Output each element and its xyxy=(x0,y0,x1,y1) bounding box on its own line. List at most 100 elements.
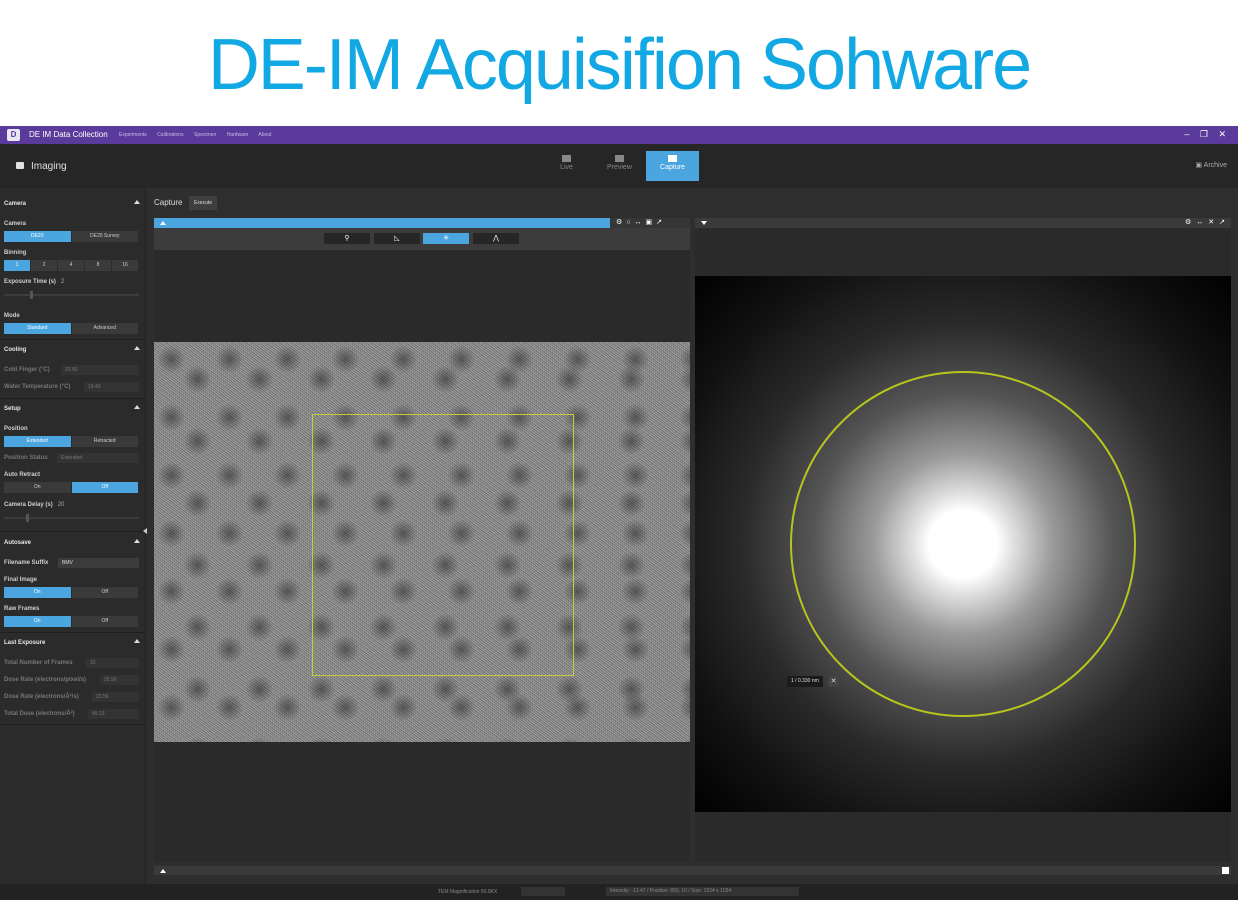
measure-tool-button[interactable]: ◺ xyxy=(374,233,420,244)
tab-capture-label: Capture xyxy=(660,164,685,171)
exposure-time-row: Exposure Time (s) 2 xyxy=(4,279,64,285)
zoom-tool-button[interactable]: ⚲ xyxy=(324,233,370,244)
bottom-panel-bar[interactable] xyxy=(154,866,1231,875)
fft-panel-toolbar: ⚙ ↔ ✕ ↗ xyxy=(1180,218,1225,228)
cold-finger-value: 23.50 xyxy=(61,365,139,375)
app-logo-icon: D xyxy=(7,129,20,141)
fft-region-box[interactable] xyxy=(312,414,574,676)
close-icon[interactable]: ✕ xyxy=(1218,129,1226,139)
minimize-icon[interactable]: – xyxy=(1184,129,1189,139)
camera-delay-value: 20 xyxy=(57,502,65,508)
magnification-readout: TEM Magnification 50.0KX xyxy=(438,889,498,895)
slider-handle[interactable] xyxy=(26,514,29,522)
title-bar: D DE IM Data Collection Experiments Cali… xyxy=(0,126,1238,144)
camera-option-de20[interactable]: DE20 xyxy=(4,231,71,242)
menu-experiments[interactable]: Experiments xyxy=(119,132,147,138)
divider xyxy=(0,632,145,633)
pixel-info-readout: Intensity: -13.47 / Position: 850, 10 / … xyxy=(606,887,799,896)
binning-option-4[interactable]: 4 xyxy=(58,260,84,271)
collapse-sidebar-icon[interactable] xyxy=(143,528,147,534)
app-name: DE IM Data Collection xyxy=(29,130,108,139)
menu-about[interactable]: About xyxy=(258,132,271,138)
expand-icon xyxy=(160,869,166,873)
tab-live[interactable]: Live xyxy=(540,151,593,181)
section-setup-header[interactable]: Setup xyxy=(4,405,140,412)
fft-tool-button[interactable]: ✳ xyxy=(423,233,469,244)
mode-label: Imaging xyxy=(31,161,67,172)
archive-button[interactable]: ▣ Archive xyxy=(1195,161,1227,169)
execute-button[interactable]: Execute xyxy=(189,196,217,210)
fft-panel-header[interactable]: ⚙ ↔ ✕ ↗ xyxy=(695,218,1231,228)
expand-icon[interactable]: ↗ xyxy=(656,219,662,226)
slider-handle[interactable] xyxy=(30,291,33,299)
collapse-icon xyxy=(134,405,140,409)
tab-capture[interactable]: Capture xyxy=(646,151,699,181)
section-cooling-header[interactable]: Cooling xyxy=(4,346,140,353)
tab-preview[interactable]: Preview xyxy=(593,151,646,181)
total-frames-label: Total Number of Frames xyxy=(4,660,73,666)
resolution-ring[interactable] xyxy=(790,371,1136,717)
binning-option-1[interactable]: 1 xyxy=(4,260,30,271)
divider xyxy=(0,398,145,399)
exposure-time-slider[interactable] xyxy=(4,291,139,299)
circle-icon[interactable]: ○ xyxy=(626,219,630,226)
fit-width-icon[interactable]: ↔ xyxy=(635,219,642,226)
expand-icon[interactable]: ↗ xyxy=(1219,219,1225,226)
camera-delay-slider[interactable] xyxy=(4,514,139,522)
filename-suffix-label: Filename Suffix xyxy=(4,560,49,566)
raw-frames-option-on[interactable]: On xyxy=(4,616,71,627)
mode-label: Mode xyxy=(4,313,20,319)
binning-option-2[interactable]: 2 xyxy=(31,260,57,271)
dose-rate-pixel-label: Dose Rate (electrons/pixel/s) xyxy=(4,677,87,683)
position-option-extended[interactable]: Extended xyxy=(4,436,71,447)
tab-live-label: Live xyxy=(560,164,573,171)
micrograph-image[interactable] xyxy=(154,342,690,742)
archive-label: Archive xyxy=(1203,162,1227,169)
menu-specimen[interactable]: Specimen xyxy=(194,132,216,138)
gear-icon[interactable]: ⚙ xyxy=(1185,219,1191,226)
ruler-icon: ◺ xyxy=(394,235,400,242)
total-frames-value: 32 xyxy=(86,658,139,668)
binning-selector: 1 2 4 8 16 xyxy=(4,260,139,271)
filename-suffix-input[interactable]: BMV xyxy=(58,558,139,568)
final-image-option-on[interactable]: On xyxy=(4,587,71,598)
mode-option-standard[interactable]: Standard xyxy=(4,323,71,334)
image-panel-header[interactable] xyxy=(154,218,610,228)
square-icon[interactable] xyxy=(1222,867,1229,874)
final-image-option-off[interactable]: Off xyxy=(71,587,138,598)
mode-option-advanced[interactable]: Advanced xyxy=(71,323,138,334)
app-window: D DE IM Data Collection Experiments Cali… xyxy=(0,126,1238,900)
image-panel-toolbar: ⚙ ○ ↔ ▣ ↗ xyxy=(610,218,690,228)
exposure-time-label: Exposure Time (s) xyxy=(4,279,56,285)
binning-label: Binning xyxy=(4,250,27,256)
raw-frames-selector: On Off xyxy=(4,616,139,627)
raw-frames-option-off[interactable]: Off xyxy=(71,616,138,627)
menu-calibrations[interactable]: Calibrations xyxy=(157,132,183,138)
position-status-label: Position Status xyxy=(4,455,48,461)
save-icon[interactable]: ▣ xyxy=(646,219,653,226)
fit-width-icon[interactable]: ↔ xyxy=(1196,219,1203,226)
camera-icon xyxy=(16,162,24,169)
restore-icon[interactable]: ❐ xyxy=(1200,129,1208,139)
fft-image[interactable]: 1 / 0.330 nm ✕ xyxy=(695,276,1231,812)
auto-retract-option-on[interactable]: On xyxy=(4,482,71,493)
auto-retract-option-off[interactable]: Off xyxy=(71,482,138,493)
position-option-retracted[interactable]: Retracted xyxy=(71,436,138,447)
menu-hardware[interactable]: Hardware xyxy=(227,132,249,138)
binning-option-8[interactable]: 8 xyxy=(85,260,111,271)
gear-icon[interactable]: ⚙ xyxy=(616,219,622,226)
save-icon: ▣ xyxy=(1195,162,1204,169)
remove-ring-button[interactable]: ✕ xyxy=(828,676,839,687)
section-last-exposure-header[interactable]: Last Exposure xyxy=(4,639,140,646)
collapse-icon xyxy=(160,221,166,225)
position-selector: Extended Retracted xyxy=(4,436,139,447)
close-icon[interactable]: ✕ xyxy=(1208,219,1214,226)
camera-delay-row: Camera Delay (s) 20 xyxy=(4,502,64,508)
section-autosave-header[interactable]: Autosave xyxy=(4,539,140,546)
line-profile-icon: ⋀ xyxy=(493,235,499,242)
binning-option-16[interactable]: 16 xyxy=(112,260,138,271)
profile-tool-button[interactable]: ⋀ xyxy=(473,233,519,244)
camera-option-de20-survey[interactable]: DE20 Survey xyxy=(71,231,138,242)
section-camera-header[interactable]: Camera xyxy=(4,200,140,207)
analysis-toolbar: ⚲ ◺ ✳ ⋀ xyxy=(154,228,690,250)
